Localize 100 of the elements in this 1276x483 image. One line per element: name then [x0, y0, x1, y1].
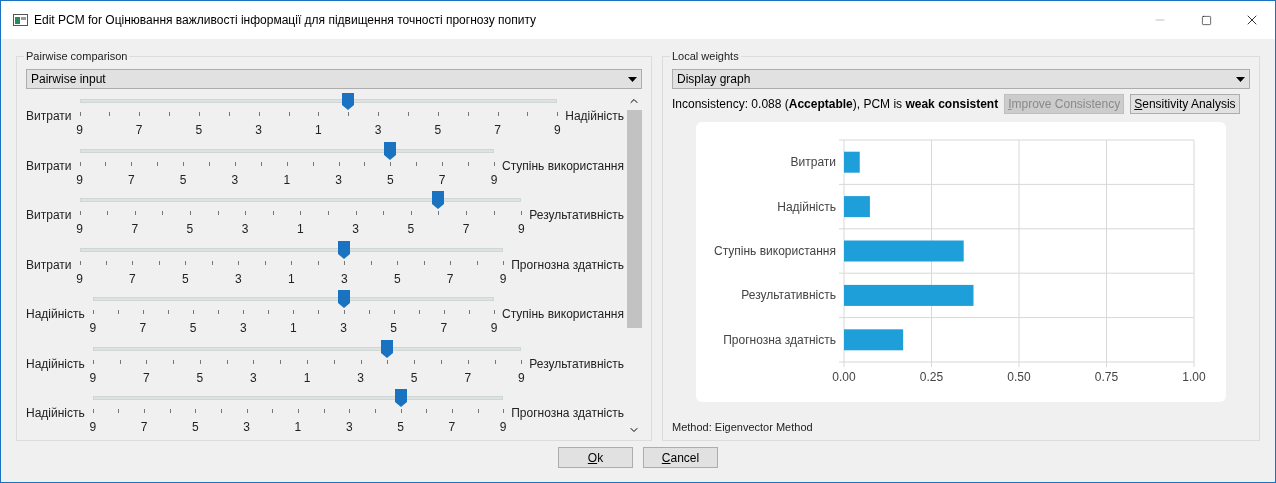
scale-number: 1 [315, 123, 322, 137]
criterion-label: Витрати [26, 157, 72, 175]
bar [844, 329, 904, 351]
slider-thumb[interactable] [342, 93, 355, 110]
scale-number: 1 [290, 321, 297, 335]
scale-number: 9 [76, 271, 83, 286]
scale-number: 3 [231, 172, 239, 187]
scale-number: 9 [499, 420, 507, 434]
slider-thumb[interactable] [384, 141, 397, 160]
scale-number: 7 [129, 271, 136, 286]
slider-thumb[interactable] [381, 339, 394, 358]
criterion-label: Результативність [529, 207, 624, 224]
slider[interactable] [79, 145, 494, 160]
scale-number: 5 [397, 420, 404, 434]
scale-number: 9 [76, 222, 83, 236]
scale-number: 7 [127, 172, 135, 187]
scale-number: 3 [235, 271, 242, 286]
slider-thumb[interactable] [394, 389, 407, 407]
scale-number: 5 [182, 271, 189, 286]
scale-number: 3 [250, 370, 257, 385]
criterion-label: Результативність [529, 355, 624, 373]
bar [844, 151, 860, 173]
slider[interactable] [79, 96, 558, 110]
scale-number: 3 [374, 123, 382, 137]
scale-number: 5 [196, 370, 204, 385]
scale-number: 7 [446, 271, 454, 286]
maximize-icon [1200, 14, 1212, 26]
group-title: Pairwise comparison [24, 49, 130, 63]
criterion-label: Витрати [26, 256, 72, 274]
scale-number: 3 [340, 321, 347, 335]
scale-number: 7 [140, 420, 148, 434]
scale-number: 5 [195, 123, 203, 137]
scale-number: 5 [192, 420, 199, 434]
category-label: Результативність [741, 288, 836, 303]
scale-number: 9 [89, 370, 97, 385]
scale-number: 5 [179, 172, 187, 187]
criterion-label: Ступінь використання [502, 306, 624, 323]
scale-number: 3 [335, 172, 342, 187]
scale-number: 7 [440, 321, 448, 335]
slider[interactable] [92, 343, 522, 358]
dialog-button[interactable]: Ok [558, 447, 633, 468]
scale-number: 3 [345, 420, 353, 434]
dropdown-arrow-icon [1236, 76, 1245, 82]
scale-number: 9 [76, 123, 83, 137]
slider-thumb[interactable] [337, 290, 350, 308]
criterion-label: Надійність [26, 306, 85, 323]
scale-number: 3 [239, 321, 247, 335]
dialog-button[interactable]: Cancel [643, 447, 718, 468]
category-label: Прогнозна здатність [723, 332, 836, 347]
slider-thumb[interactable] [432, 191, 445, 209]
scale-number: 1 [294, 420, 302, 434]
scale-number: 7 [438, 172, 446, 187]
scale-number: 5 [390, 321, 398, 335]
criterion-label: Витрати [26, 108, 72, 125]
scale-number: 7 [131, 222, 139, 236]
axis-tick-label: 0.00 [832, 370, 856, 384]
scale-number: 3 [352, 222, 359, 236]
scale-number: 3 [243, 420, 250, 434]
scale-number: 7 [448, 420, 456, 434]
scale-number: 9 [76, 172, 83, 187]
axis-tick-label: 0.50 [1007, 370, 1031, 384]
scale-number: 5 [186, 222, 194, 236]
slider-thumb[interactable] [338, 240, 351, 259]
bar [844, 196, 870, 218]
scale-number: 7 [494, 123, 501, 137]
method-text: Method: Eigenvector Method [672, 420, 814, 435]
scale-number: 9 [89, 420, 97, 434]
scale-number: 5 [189, 321, 197, 335]
scale-number: 3 [241, 222, 249, 236]
slider[interactable] [79, 244, 504, 259]
scale-number: 7 [462, 222, 470, 236]
criterion-label: Надійність [26, 405, 85, 422]
category-label: Надійність [777, 199, 836, 214]
scale-number: 1 [288, 271, 295, 286]
scale-number: 5 [393, 271, 401, 286]
scale-number: 3 [340, 271, 348, 286]
axis-tick-label: 0.75 [1094, 370, 1119, 384]
group-title: Local weights [670, 49, 741, 63]
scale-number: 9 [490, 321, 498, 335]
scale-number: 5 [407, 222, 415, 236]
window-title: Edit PCM for Оцінювання важливості інформації для підвищення точності прогнозу попиту [34, 12, 537, 29]
axis-tick-label: 1.00 [1182, 370, 1206, 384]
display-dropdown[interactable]: Display graph [672, 69, 1250, 89]
scale-number: 9 [499, 271, 507, 286]
criterion-label: Надійність [565, 108, 624, 125]
action-button[interactable]: Sensitivity Analysis [1130, 94, 1240, 114]
window-icon [13, 14, 28, 26]
inconsistency-text: Inconsistency: 0.088 (Acceptable), PCM is weak consistent [672, 96, 999, 113]
mode-dropdown[interactable]: Pairwise input [26, 69, 642, 89]
scale-number: 3 [255, 123, 262, 137]
axis-tick-label: 0.25 [919, 370, 944, 384]
scale-number: 9 [517, 222, 525, 236]
scale-number: 9 [553, 123, 561, 137]
category-label: Ступінь використання [714, 244, 836, 258]
scale-number: 7 [135, 123, 143, 137]
scale-number: 7 [139, 321, 147, 335]
criterion-label: Надійність [26, 355, 85, 373]
scale-number: 7 [143, 370, 150, 385]
scale-number: 9 [89, 321, 97, 335]
criterion-label: Прогнозна здатність [511, 256, 624, 274]
